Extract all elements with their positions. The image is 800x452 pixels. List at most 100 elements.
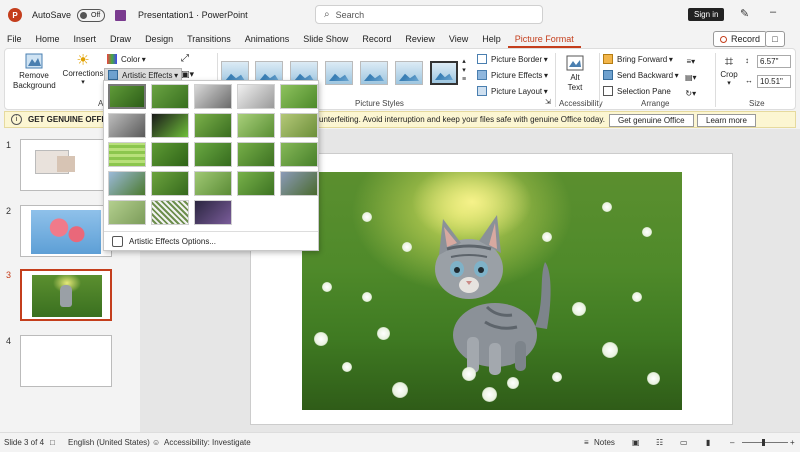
group-objects-icon[interactable]: ▤▾ bbox=[685, 70, 697, 86]
tab-file[interactable]: File bbox=[0, 30, 29, 48]
selection-pane-button[interactable]: Selection Pane bbox=[603, 86, 671, 96]
spelling-icon[interactable]: □ bbox=[50, 438, 55, 447]
effect-film-grain[interactable] bbox=[194, 142, 232, 167]
picture-layout-button[interactable]: Picture Layout ▾ bbox=[477, 86, 548, 96]
learn-more-button[interactable]: Learn more bbox=[697, 114, 756, 127]
picture-style-4[interactable] bbox=[325, 61, 353, 85]
picture-effects-button[interactable]: Picture Effects ▾ bbox=[477, 70, 548, 80]
effect-cement[interactable] bbox=[108, 171, 146, 196]
remove-background-label: Remove Background bbox=[13, 71, 56, 90]
effect-photocopy[interactable] bbox=[151, 200, 189, 225]
sign-in-button[interactable]: Sign in bbox=[688, 8, 725, 21]
slide-thumbnail-2[interactable] bbox=[20, 205, 112, 257]
effect-mosaic-bubbles[interactable] bbox=[237, 142, 275, 167]
corrections-button[interactable]: ☀ Corrections ▾ bbox=[61, 53, 105, 87]
slide-thumbnail-4[interactable] bbox=[20, 335, 112, 387]
tab-draw[interactable]: Draw bbox=[103, 30, 138, 48]
effect-crisscross-etching[interactable] bbox=[194, 171, 232, 196]
color-button[interactable]: Color ▾ bbox=[107, 54, 146, 64]
autosave-label: AutoSave bbox=[32, 10, 72, 20]
effect-plastic-wrap[interactable] bbox=[280, 171, 318, 196]
normal-view-icon[interactable]: ▣ bbox=[632, 438, 640, 447]
bring-forward-button[interactable]: Bring Forward ▾ bbox=[603, 54, 673, 64]
tab-slide-show[interactable]: Slide Show bbox=[296, 30, 355, 48]
reading-view-icon[interactable]: ▭ bbox=[680, 438, 688, 447]
zoom-slider-handle[interactable] bbox=[762, 439, 765, 446]
picture-style-5[interactable] bbox=[360, 61, 388, 85]
tab-design[interactable]: Design bbox=[138, 30, 180, 48]
effect-light-screen[interactable] bbox=[108, 142, 146, 167]
effect-pencil-sketch[interactable] bbox=[237, 84, 275, 109]
crop-button[interactable]: ⌗ Crop ▾ bbox=[717, 53, 741, 87]
tab-record[interactable]: Record bbox=[355, 30, 398, 48]
tab-review[interactable]: Review bbox=[398, 30, 442, 48]
picture-layout-label: Picture Layout bbox=[491, 86, 543, 96]
effect-pencil-grayscale[interactable] bbox=[194, 84, 232, 109]
save-icon[interactable] bbox=[115, 9, 127, 21]
flower bbox=[342, 362, 352, 372]
artistic-effects-gallery: Artistic Effects Options... bbox=[103, 80, 319, 251]
tab-view[interactable]: View bbox=[442, 30, 475, 48]
get-genuine-office-button[interactable]: Get genuine Office bbox=[609, 114, 694, 127]
slide-thumbnail-1[interactable] bbox=[20, 139, 112, 191]
tab-help[interactable]: Help bbox=[475, 30, 508, 48]
alt-text-button[interactable]: Alt Text bbox=[561, 55, 589, 93]
notes-button[interactable]: Notes bbox=[594, 438, 615, 447]
format-picture-launcher-icon[interactable]: ⇲ bbox=[545, 98, 551, 106]
flower bbox=[362, 212, 372, 222]
search-input[interactable]: ⌕ Search bbox=[315, 5, 543, 24]
picture-border-button[interactable]: Picture Border ▾ bbox=[477, 54, 548, 64]
zoom-slider[interactable] bbox=[742, 442, 788, 443]
styles-gallery-scroll[interactable]: ▴ ▾ ≡ bbox=[462, 57, 466, 84]
tab-insert[interactable]: Insert bbox=[67, 30, 104, 48]
effect-watercolor-sponge[interactable] bbox=[151, 142, 189, 167]
tab-picture-format[interactable]: Picture Format bbox=[507, 30, 581, 48]
autosave-toggle[interactable]: Off bbox=[77, 8, 106, 22]
effect-blur[interactable] bbox=[280, 113, 318, 138]
slideshow-icon[interactable]: ▮ bbox=[706, 438, 710, 447]
align-icon[interactable]: ≡▾ bbox=[686, 54, 695, 70]
accessibility-status[interactable]: Accessibility: Investigate bbox=[164, 438, 251, 447]
effect-paint-brush[interactable] bbox=[194, 113, 232, 138]
effect-chalk-sketch[interactable] bbox=[108, 113, 146, 138]
zoom-in-icon[interactable]: + bbox=[790, 438, 795, 447]
rotate-icon[interactable]: ↻▾ bbox=[685, 86, 696, 102]
tab-transitions[interactable]: Transitions bbox=[180, 30, 238, 48]
effect-marker[interactable] bbox=[151, 84, 189, 109]
picture-style-6[interactable] bbox=[395, 61, 423, 85]
slide-sorter-icon[interactable]: ☷ bbox=[656, 438, 663, 447]
send-backward-button[interactable]: Send Backward ▾ bbox=[603, 70, 679, 80]
zoom-out-icon[interactable]: – bbox=[730, 438, 734, 447]
comments-icon[interactable]: □ bbox=[765, 31, 785, 47]
group-accessibility-label: Accessibility bbox=[559, 99, 603, 108]
flower bbox=[322, 282, 332, 292]
height-field[interactable]: 6.57" bbox=[757, 55, 791, 68]
effect-texturizer[interactable] bbox=[151, 171, 189, 196]
compress-pictures-icon[interactable]: ⤢ bbox=[181, 53, 189, 64]
tab-animations[interactable]: Animations bbox=[238, 30, 297, 48]
artistic-effects-options-item[interactable]: Artistic Effects Options... bbox=[112, 236, 216, 247]
remove-background-button[interactable]: Remove Background bbox=[13, 53, 56, 91]
picture-style-7[interactable] bbox=[430, 61, 458, 85]
alt-text-label: Alt Text bbox=[567, 73, 583, 92]
kitten-picture[interactable] bbox=[302, 172, 682, 410]
effect-glow-diffused[interactable] bbox=[237, 113, 275, 138]
minimize-icon[interactable]: – bbox=[770, 6, 776, 18]
slide-thumbnail-3[interactable] bbox=[20, 269, 112, 321]
change-picture-icon[interactable]: ▣▾ bbox=[181, 69, 194, 80]
effect-paint-strokes[interactable] bbox=[151, 113, 189, 138]
effect-cutout[interactable] bbox=[108, 200, 146, 225]
width-field[interactable]: 10.51" bbox=[757, 75, 791, 88]
effect-pastels-smooth[interactable] bbox=[237, 171, 275, 196]
pen-icon[interactable]: ✎ bbox=[740, 7, 749, 20]
picture-layout-icon bbox=[477, 86, 487, 96]
slide-number-2: 2 bbox=[6, 206, 12, 216]
effect-line-drawing[interactable] bbox=[280, 84, 318, 109]
message-title: GET GENUINE OFFICE bbox=[28, 115, 115, 124]
effect-glass[interactable] bbox=[280, 142, 318, 167]
effect-glow-edges[interactable] bbox=[194, 200, 232, 225]
effect-none[interactable] bbox=[108, 84, 146, 109]
record-button[interactable]: Record bbox=[713, 31, 768, 47]
language-status[interactable]: English (United States) bbox=[68, 438, 150, 447]
tab-home[interactable]: Home bbox=[29, 30, 67, 48]
